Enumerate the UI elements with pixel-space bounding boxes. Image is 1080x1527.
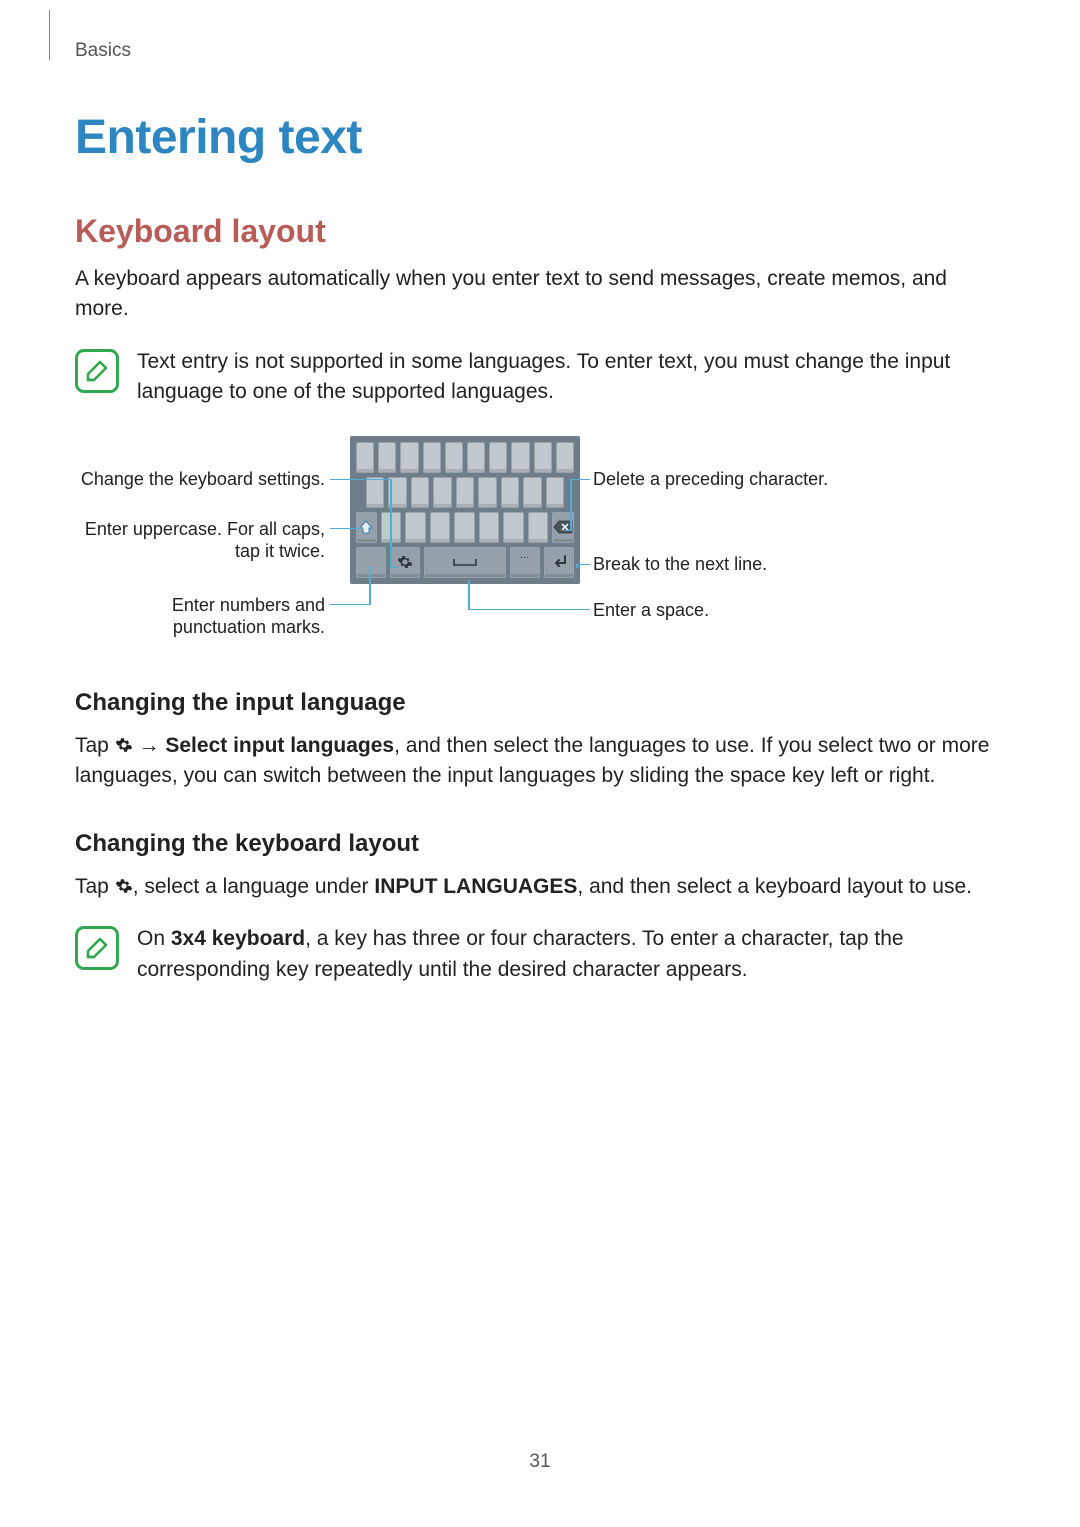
subsection-input-language: Changing the input language [75, 689, 1005, 717]
key [433, 477, 451, 508]
gear-icon [115, 736, 133, 754]
leader-line [570, 479, 572, 531]
leader-line [570, 479, 590, 481]
space-icon [450, 556, 480, 568]
enter-key [544, 547, 574, 578]
leader-line [576, 564, 578, 568]
key [556, 442, 574, 473]
key [503, 512, 524, 543]
section-keyboard-layout: Keyboard layout [75, 213, 1005, 250]
leader-line [576, 564, 590, 566]
page-number: 31 [0, 1451, 1080, 1473]
key [489, 442, 507, 473]
note-3x4-keyboard: On 3x4 keyboard, a key has three or four… [75, 924, 1005, 985]
subsection-keyboard-layout: Changing the keyboard layout [75, 830, 1005, 858]
key [456, 477, 474, 508]
key [423, 442, 441, 473]
callout-settings: Change the keyboard settings. [75, 468, 325, 491]
key [445, 442, 463, 473]
bold-text: INPUT LANGUAGES [374, 875, 577, 898]
onscreen-keyboard: … [350, 436, 580, 584]
gear-icon [115, 877, 133, 895]
key [405, 512, 426, 543]
running-head: Basics [75, 40, 131, 62]
text: , and then select a keyboard layout to u… [577, 875, 972, 898]
leader-line [330, 528, 363, 530]
key [378, 442, 396, 473]
header-rule [49, 10, 50, 60]
key [528, 512, 549, 543]
text: → [133, 734, 166, 757]
page: Basics Entering text Keyboard layout A k… [0, 0, 1080, 1527]
key [523, 477, 541, 508]
space-key [424, 547, 506, 578]
keyboard-diagram: … Change the keyboard settings. Enter up… [75, 436, 1005, 651]
pencil-icon [82, 356, 112, 386]
key [411, 477, 429, 508]
paragraph-keyboard-intro: A keyboard appears automatically when yo… [75, 264, 1005, 325]
text: Tap [75, 875, 115, 898]
callout-delete: Delete a preceding character. [593, 468, 853, 491]
key [430, 512, 451, 543]
callout-uppercase: Enter uppercase. For all caps, tap it tw… [75, 518, 325, 563]
leader-line [468, 609, 590, 611]
callout-numbers: Enter numbers and punctuation marks. [75, 594, 325, 639]
key [546, 477, 564, 508]
paragraph-input-language: Tap → Select input languages, and then s… [75, 731, 1005, 792]
leader-line [390, 567, 398, 569]
note-language-support: Text entry is not supported in some lang… [75, 347, 1005, 408]
enter-icon [550, 554, 568, 570]
note-icon [75, 926, 119, 970]
key [501, 477, 519, 508]
page-title: Entering text [75, 110, 1005, 165]
leader-line [468, 580, 470, 610]
key [467, 442, 485, 473]
key [454, 512, 475, 543]
gear-icon [397, 554, 413, 570]
bold-text: 3x4 keyboard [171, 927, 305, 950]
bold-text: Select input languages [165, 734, 394, 757]
punctuation-key: … [510, 547, 540, 578]
text: Tap [75, 734, 115, 757]
key [400, 442, 418, 473]
key [534, 442, 552, 473]
key [478, 477, 496, 508]
key [366, 477, 384, 508]
key [511, 442, 529, 473]
paragraph-keyboard-layout: Tap , select a language under INPUT LANG… [75, 872, 1005, 902]
settings-key [390, 547, 420, 578]
note-text: On 3x4 keyboard, a key has three or four… [137, 924, 1005, 985]
note-text: Text entry is not supported in some lang… [137, 347, 1005, 408]
keyboard-row-2 [356, 477, 574, 508]
keyboard-row-4: … [356, 547, 574, 578]
key [479, 512, 500, 543]
leader-line [390, 479, 392, 568]
callout-space: Enter a space. [593, 599, 853, 622]
symbols-key [356, 547, 386, 578]
keyboard-row-3 [356, 512, 574, 543]
leader-line [330, 604, 370, 606]
leader-line [369, 567, 371, 605]
keyboard-row-1 [356, 442, 574, 473]
text: On [137, 927, 171, 950]
text: , select a language under [133, 875, 375, 898]
leader-line [564, 530, 571, 532]
pencil-icon [82, 933, 112, 963]
note-icon [75, 349, 119, 393]
callout-newline: Break to the next line. [593, 553, 853, 576]
leader-line [330, 479, 390, 481]
key [356, 442, 374, 473]
